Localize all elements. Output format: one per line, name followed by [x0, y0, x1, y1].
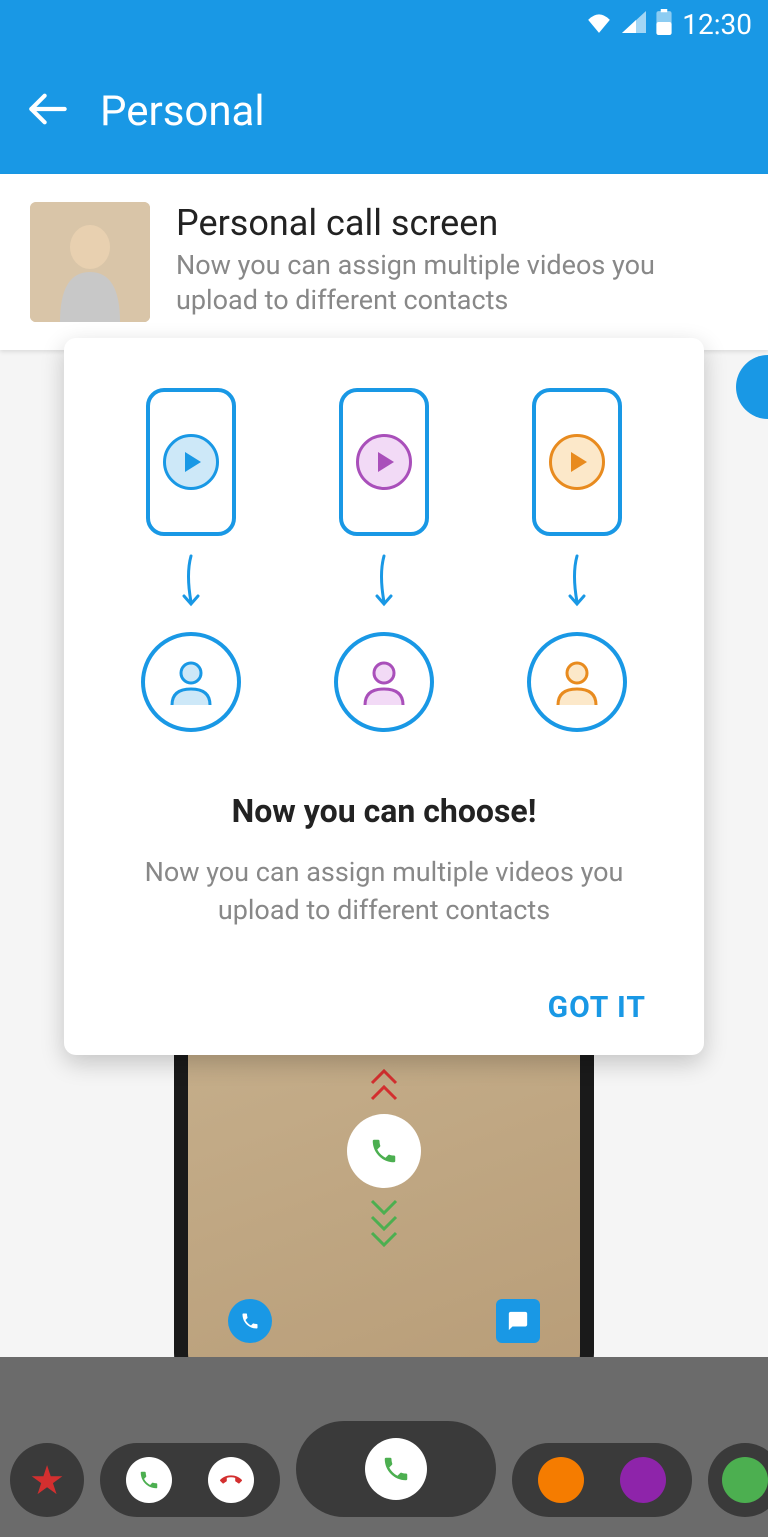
theme-option-3[interactable] [708, 1443, 768, 1517]
header-title: Personal call screen [176, 202, 738, 244]
decline-icon [208, 1457, 254, 1503]
incoming-call-button [347, 1114, 421, 1188]
person-icon-orange [527, 632, 627, 732]
play-icon [356, 434, 412, 490]
wifi-icon [586, 11, 612, 37]
accept-icon [126, 1457, 172, 1503]
balloon-icon [620, 1457, 666, 1503]
balloon-icon [538, 1457, 584, 1503]
header-subtitle: Now you can assign multiple videos you u… [176, 248, 738, 318]
theme-toolbar[interactable]: ★ [0, 1357, 768, 1537]
theme-option-selected[interactable] [296, 1421, 496, 1517]
signal-icon [622, 11, 646, 37]
battery-icon [656, 9, 672, 39]
star-icon: ★ [29, 1457, 65, 1504]
header-thumbnail [30, 202, 150, 322]
play-icon [163, 434, 219, 490]
app-bar-title: Personal [100, 87, 265, 136]
swipe-down-icon [370, 1199, 398, 1247]
dialog-body: Now you can assign multiple videos you u… [94, 854, 674, 930]
illus-phone-blue [146, 388, 236, 536]
dialog-illustration [94, 388, 674, 732]
back-icon[interactable] [28, 89, 68, 133]
illus-phone-purple [339, 388, 429, 536]
status-time: 12:30 [682, 8, 752, 41]
got-it-button[interactable]: GOT IT [548, 990, 646, 1025]
preview-call-icon [228, 1299, 272, 1343]
balloon-icon [722, 1457, 768, 1503]
arrow-down-icon [369, 554, 399, 614]
person-icon-blue [141, 632, 241, 732]
dialog-title: Now you can choose! [94, 792, 674, 830]
play-icon [549, 434, 605, 490]
theme-option-2[interactable] [512, 1443, 692, 1517]
onboarding-dialog: Now you can choose! Now you can assign m… [64, 338, 704, 1055]
theme-favorite[interactable]: ★ [10, 1443, 84, 1517]
preview-sms-icon [496, 1299, 540, 1343]
personal-header-card: Personal call screen Now you can assign … [0, 174, 768, 350]
arrow-down-icon [562, 554, 592, 614]
person-icon-purple [334, 632, 434, 732]
accept-icon [365, 1438, 427, 1500]
arrow-down-icon [176, 554, 206, 614]
theme-option-1[interactable] [100, 1443, 280, 1517]
illus-phone-orange [532, 388, 622, 536]
app-bar: Personal [0, 48, 768, 174]
swipe-up-icon [370, 1069, 398, 1101]
fab-peek[interactable] [736, 355, 768, 419]
status-bar: 12:30 [0, 0, 768, 48]
